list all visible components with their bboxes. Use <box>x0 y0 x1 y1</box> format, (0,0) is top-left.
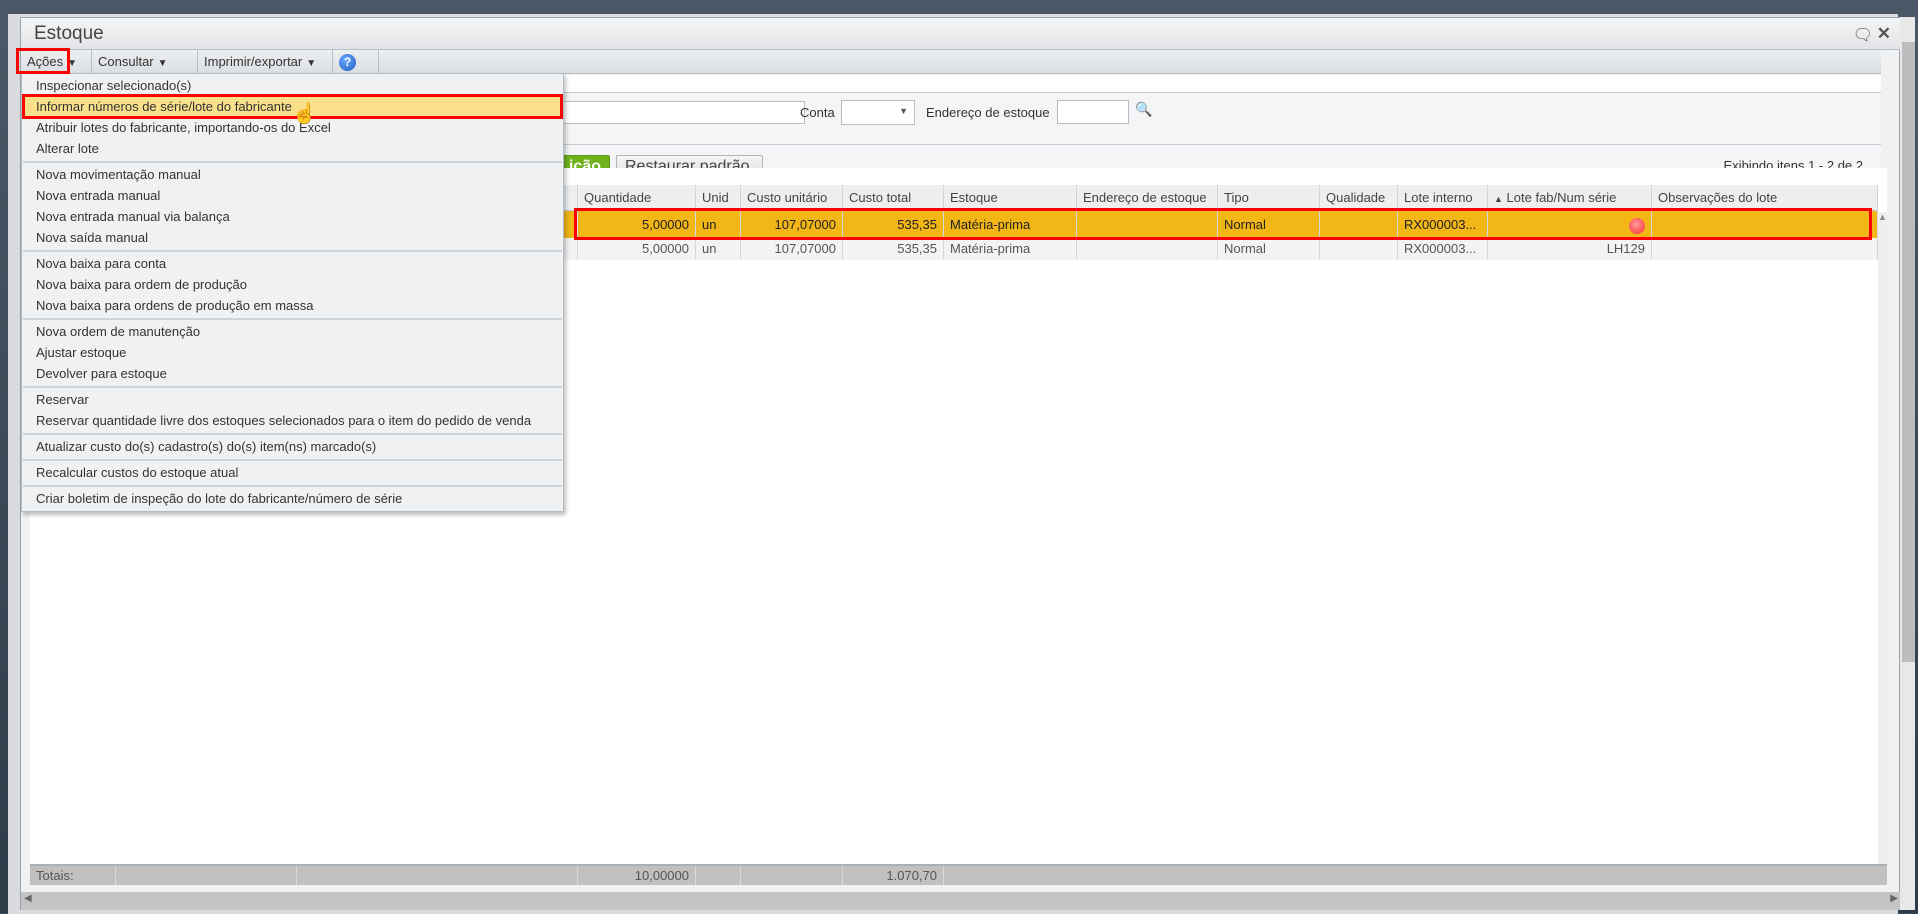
cell-observacoes <box>1652 211 1878 238</box>
cell-lote-interno: RX000003... <box>1398 211 1488 238</box>
menu-item-ajustar-estoque[interactable]: Ajustar estoque <box>23 342 562 363</box>
totals-row: Totais: 10,00000 1.070,70 <box>30 864 1887 885</box>
speech-bubble-icon[interactable]: 🗨 <box>1853 25 1873 45</box>
page-scrollbar-thumb[interactable] <box>1902 42 1915 662</box>
toolbar: Ações▼ Consultar▼ Imprimir/exportar▼ ?▼ <box>21 50 1881 93</box>
acoes-dropdown-menu: Inspecionar selecionado(s) Informar núme… <box>21 73 564 512</box>
acoes-menu-button[interactable]: Ações ▼ <box>21 50 92 74</box>
caret-down-icon: ▼ <box>306 58 317 69</box>
cell-lote-fab: LH129 <box>1488 238 1652 260</box>
chevron-down-icon: ▼ <box>899 106 908 116</box>
totals-cell <box>116 866 297 885</box>
cell-quantidade: 5,00000 <box>578 211 696 238</box>
help-icon: ? <box>339 54 356 72</box>
sort-asc-icon: ▲ <box>1494 194 1503 204</box>
cell-observacoes <box>1652 238 1878 260</box>
menu-separator <box>23 318 562 320</box>
search-icon[interactable]: 🔍 <box>1135 101 1152 118</box>
menu-separator <box>23 161 562 163</box>
acoes-label: Ações <box>27 54 64 69</box>
column-header-estoque[interactable]: Estoque <box>944 185 1077 211</box>
help-menu-button[interactable]: ?▼ <box>333 50 379 93</box>
totals-cell <box>297 866 578 885</box>
menu-item-nova-entrada[interactable]: Nova entrada manual <box>23 185 562 206</box>
grid-vertical-scrollbar[interactable]: ▲ <box>1878 212 1887 881</box>
cell-tipo: Normal <box>1218 211 1320 238</box>
column-header-lote-interno[interactable]: Lote interno <box>1398 185 1488 211</box>
column-header-observacoes[interactable]: Observações do lote <box>1652 185 1878 211</box>
totals-cell <box>696 866 741 885</box>
menu-item-reservar[interactable]: Reservar <box>23 389 562 410</box>
column-header-custo-unitario[interactable]: Custo unitário <box>741 185 843 211</box>
column-header-qualidade[interactable]: Qualidade <box>1320 185 1398 211</box>
menu-item-nova-movimentacao[interactable]: Nova movimentação manual <box>23 164 562 185</box>
cell-custo-total: 535,35 <box>843 238 944 260</box>
cell-lote-fab[interactable] <box>1488 211 1652 238</box>
cell-estoque: Matéria-prima <box>944 211 1077 238</box>
cell-qualidade <box>1320 238 1398 260</box>
cell-unid: un <box>696 238 741 260</box>
caret-down-icon: ▼ <box>67 58 78 69</box>
scroll-right-icon[interactable]: ▶ <box>1890 893 1898 904</box>
menu-item-baixa-ordem[interactable]: Nova baixa para ordem de produção <box>23 274 562 295</box>
cell-quantidade: 5,00000 <box>578 238 696 260</box>
conta-select[interactable]: ▼ <box>841 100 915 125</box>
menu-item-inspecionar[interactable]: Inspecionar selecionado(s) <box>23 75 562 96</box>
conta-label: Conta <box>800 105 835 120</box>
menu-item-nova-entrada-balanca[interactable]: Nova entrada manual via balança <box>23 206 562 227</box>
menu-separator <box>23 433 562 435</box>
menu-item-baixa-conta[interactable]: Nova baixa para conta <box>23 253 562 274</box>
cell-custo-unitario: 107,07000 <box>741 238 843 260</box>
menu-item-reservar-quantidade-livre[interactable]: Reservar quantidade livre dos estoques s… <box>23 410 562 431</box>
menu-separator <box>23 485 562 487</box>
close-icon[interactable]: ✕ <box>1877 24 1891 44</box>
title-bar: Estoque 🗨 ✕ <box>21 18 1901 50</box>
cell-unid: un <box>696 211 741 238</box>
column-header-lote-fab[interactable]: ▲ Lote fab/Num série <box>1488 185 1652 211</box>
menu-item-alterar-lote[interactable]: Alterar lote <box>23 138 562 159</box>
scroll-up-icon: ▲ <box>1878 212 1887 222</box>
cell-endereco <box>1077 238 1218 260</box>
menu-item-baixa-ordens-massa[interactable]: Nova baixa para ordens de produção em ma… <box>23 295 562 316</box>
totals-label: Totais: <box>30 866 116 885</box>
scroll-left-icon[interactable]: ◀ <box>24 893 32 904</box>
consultar-menu-button[interactable]: Consultar ▼ <box>92 50 198 74</box>
cell-qualidade <box>1320 211 1398 238</box>
imprimir-label: Imprimir/exportar <box>204 54 303 69</box>
menu-separator <box>23 459 562 461</box>
imprimir-exportar-menu-button[interactable]: Imprimir/exportar ▼ <box>198 50 333 74</box>
menu-item-recalcular-custos[interactable]: Recalcular custos do estoque atual <box>23 462 562 483</box>
menu-item-ordem-manutencao[interactable]: Nova ordem de manutenção <box>23 321 562 342</box>
endereco-input[interactable] <box>1057 100 1129 124</box>
cell-endereco <box>1077 211 1218 238</box>
lote-fab-label: Lote fab/Num série <box>1506 190 1617 205</box>
cell-estoque: Matéria-prima <box>944 238 1077 260</box>
menu-separator <box>23 386 562 388</box>
column-header-custo-total[interactable]: Custo total <box>843 185 944 211</box>
dialog-title: Estoque <box>34 23 104 44</box>
menu-item-devolver-estoque[interactable]: Devolver para estoque <box>23 363 562 384</box>
consultar-label: Consultar <box>98 54 154 69</box>
column-header-quantidade[interactable]: Quantidade <box>578 185 696 211</box>
click-indicator-dot-icon <box>1629 217 1645 234</box>
horizontal-scrollbar[interactable]: ◀ ▶ <box>21 892 1901 910</box>
cell-lote-interno: RX000003... <box>1398 238 1488 260</box>
column-header-tipo[interactable]: Tipo <box>1218 185 1320 211</box>
column-header-endereco[interactable]: Endereço de estoque <box>1077 185 1218 211</box>
totals-quantidade: 10,00000 <box>578 866 696 885</box>
menu-item-criar-boletim[interactable]: Criar boletim de inspeção do lote do fab… <box>23 488 562 509</box>
menu-item-atualizar-custo[interactable]: Atualizar custo do(s) cadastro(s) do(s) … <box>23 436 562 457</box>
endereco-label: Endereço de estoque <box>926 105 1050 120</box>
cell-custo-total: 535,35 <box>843 211 944 238</box>
totals-cell <box>741 866 843 885</box>
cell-custo-unitario: 107,07000 <box>741 211 843 238</box>
hand-cursor-icon: ☝ <box>292 103 317 125</box>
column-header-unid[interactable]: Unid <box>696 185 741 211</box>
menu-separator <box>23 250 562 252</box>
cell-tipo: Normal <box>1218 238 1320 260</box>
caret-down-icon: ▼ <box>157 58 168 69</box>
filter-input[interactable] <box>541 101 805 124</box>
totals-custo-total: 1.070,70 <box>843 866 944 885</box>
menu-item-nova-saida[interactable]: Nova saída manual <box>23 227 562 248</box>
